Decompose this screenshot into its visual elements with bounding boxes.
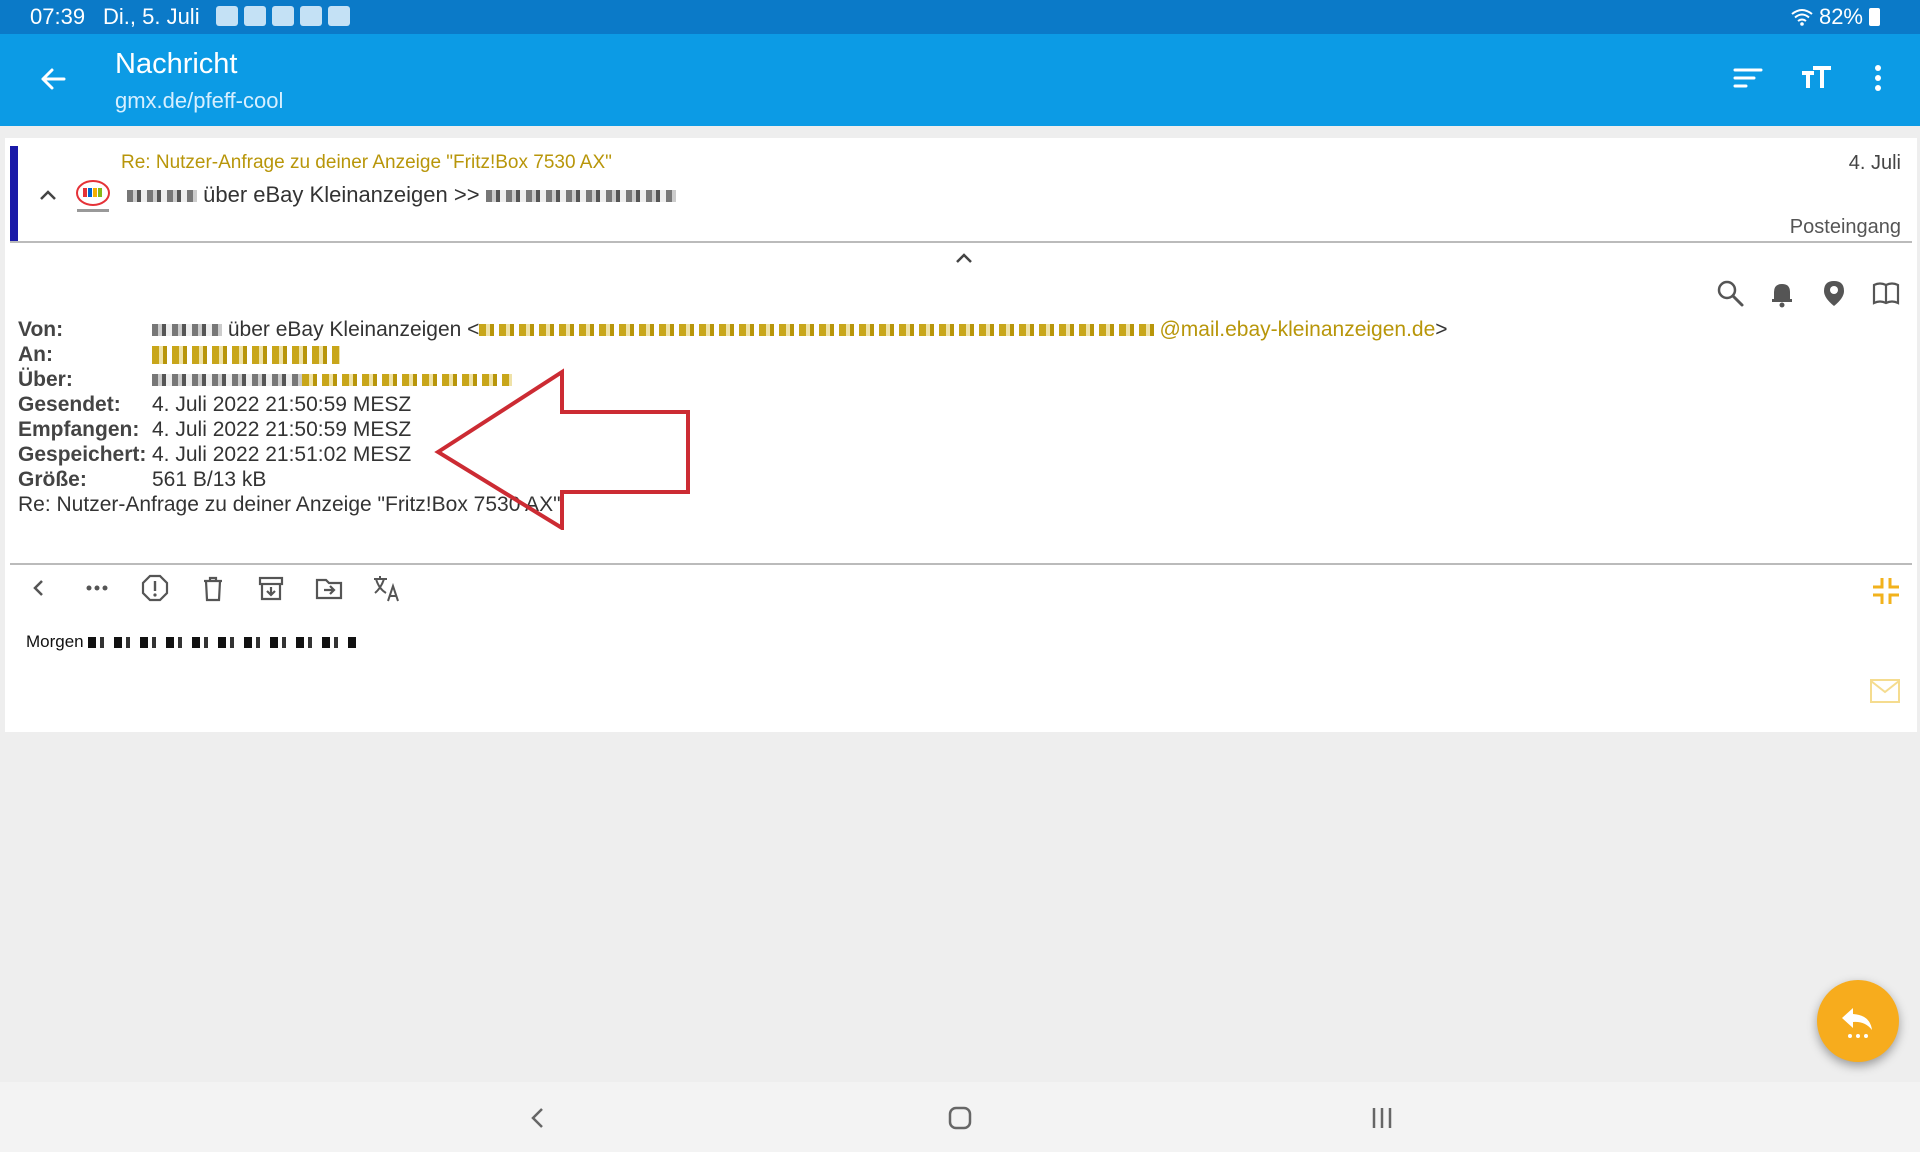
- more-options-icon[interactable]: [1860, 60, 1896, 96]
- redacted-email: [479, 324, 1160, 337]
- search-icon[interactable]: [1715, 278, 1745, 308]
- move-to-folder-icon[interactable]: [313, 572, 345, 604]
- sender-text: über eBay Kleinanzeigen >>: [203, 182, 480, 207]
- divider: [10, 563, 1912, 565]
- translate-icon[interactable]: [371, 572, 403, 604]
- status-time: 07:39: [30, 4, 86, 29]
- size-label: Größe:: [18, 468, 87, 491]
- folder-name: Posteingang: [1789, 216, 1901, 238]
- received-label: Empfangen:: [18, 418, 140, 441]
- chevron-up-icon[interactable]: [33, 180, 63, 210]
- ebay-notification-icon: [272, 6, 294, 26]
- envelope-icon[interactable]: [1869, 678, 1901, 704]
- ebay-kleinanzeigen-avatar[interactable]: [69, 176, 117, 216]
- sent-label: Gesendet:: [18, 393, 121, 416]
- battery-icon: [1869, 8, 1880, 26]
- body-greeting: Morgen: [26, 632, 84, 651]
- redacted-name: [152, 324, 222, 337]
- header-to-row: An:: [18, 343, 340, 367]
- location-pin-icon[interactable]: [1819, 278, 1849, 308]
- annotation-arrow: [434, 368, 690, 530]
- redacted-text: [152, 374, 302, 387]
- message-subject: Re: Nutzer-Anfrage zu deiner Anzeige "Fr…: [121, 152, 612, 173]
- from-email-domain[interactable]: @mail.ebay-kleinanzeigen.de: [1159, 318, 1435, 341]
- header-from-row: Von: über eBay Kleinanzeigen < @mail.ebay…: [18, 318, 1448, 342]
- ebay-notification-icon: [244, 6, 266, 26]
- account-subtitle: gmx.de/pfeff-cool: [115, 88, 284, 113]
- fullscreen-exit-icon[interactable]: [1869, 574, 1903, 608]
- from-close: >: [1435, 318, 1448, 341]
- message-card: Re: Nutzer-Anfrage zu deiner Anzeige "Fr…: [5, 138, 1917, 732]
- header-size-row: Größe: 561 B/13 kB: [18, 468, 266, 492]
- header-saved-row: Gespeichert: 4. Juli 2022 21:51:02 MESZ: [18, 443, 411, 467]
- more-horizontal-icon[interactable]: [81, 572, 113, 604]
- bell-icon[interactable]: [1767, 278, 1797, 308]
- divider: [10, 241, 1912, 243]
- account-color-bar: [10, 146, 18, 242]
- message-date: 4. Juli: [1848, 152, 1901, 174]
- book-icon[interactable]: [1871, 278, 1901, 308]
- reply-icon: [1842, 1008, 1872, 1038]
- redacted-text: [88, 637, 359, 649]
- redacted-email[interactable]: [152, 346, 340, 365]
- sent-value: 4. Juli 2022 21:50:59 MESZ: [152, 393, 412, 416]
- archive-icon[interactable]: [255, 572, 287, 604]
- mail-notification-icon: [216, 6, 238, 26]
- from-label: Von:: [18, 318, 64, 341]
- nav-home-icon[interactable]: [946, 1104, 974, 1132]
- nav-recents-icon[interactable]: [1368, 1104, 1396, 1132]
- image-notification-icon: [328, 6, 350, 26]
- redacted-text: [485, 190, 676, 203]
- app-bar: Nachricht gmx.de/pfeff-cool: [0, 34, 1920, 126]
- notification-icons: [216, 6, 350, 26]
- page-title: Nachricht: [115, 48, 238, 80]
- from-value: über eBay Kleinanzeigen <: [227, 318, 480, 341]
- redacted-name: [127, 190, 197, 203]
- status-date: Di., 5. Juli: [103, 4, 200, 29]
- header-received-row: Empfangen: 4. Juli 2022 21:50:59 MESZ: [18, 418, 411, 442]
- size-value: 561 B/13 kB: [152, 468, 267, 491]
- status-bar: 07:39 Di., 5. Juli 82%: [0, 0, 1920, 34]
- reply-fab[interactable]: [1817, 980, 1899, 1062]
- text-size-icon[interactable]: [1798, 60, 1834, 96]
- sender-line[interactable]: über eBay Kleinanzeigen >>: [127, 182, 676, 208]
- delete-icon[interactable]: [197, 572, 229, 604]
- saved-value: 4. Juli 2022 21:51:02 MESZ: [152, 443, 412, 466]
- chevron-up-icon[interactable]: [951, 248, 977, 268]
- report-spam-icon[interactable]: [139, 572, 171, 604]
- back-arrow-icon[interactable]: [36, 62, 70, 96]
- message-toolbar: [23, 572, 403, 604]
- via-label: Über:: [18, 368, 73, 391]
- sort-icon[interactable]: [1730, 60, 1766, 96]
- message-body: Morgen: [26, 632, 359, 652]
- app-notification-icon: [300, 6, 322, 26]
- saved-label: Gespeichert:: [18, 443, 147, 466]
- battery-percent: 82%: [1818, 4, 1863, 29]
- wifi-icon: [1791, 9, 1813, 26]
- to-label: An:: [18, 343, 53, 366]
- system-nav-bar: [0, 1082, 1920, 1152]
- received-value: 4. Juli 2022 21:50:59 MESZ: [152, 418, 412, 441]
- header-sent-row: Gesendet: 4. Juli 2022 21:50:59 MESZ: [18, 393, 411, 417]
- nav-back-icon[interactable]: [524, 1104, 552, 1132]
- chevron-left-icon[interactable]: [23, 572, 55, 604]
